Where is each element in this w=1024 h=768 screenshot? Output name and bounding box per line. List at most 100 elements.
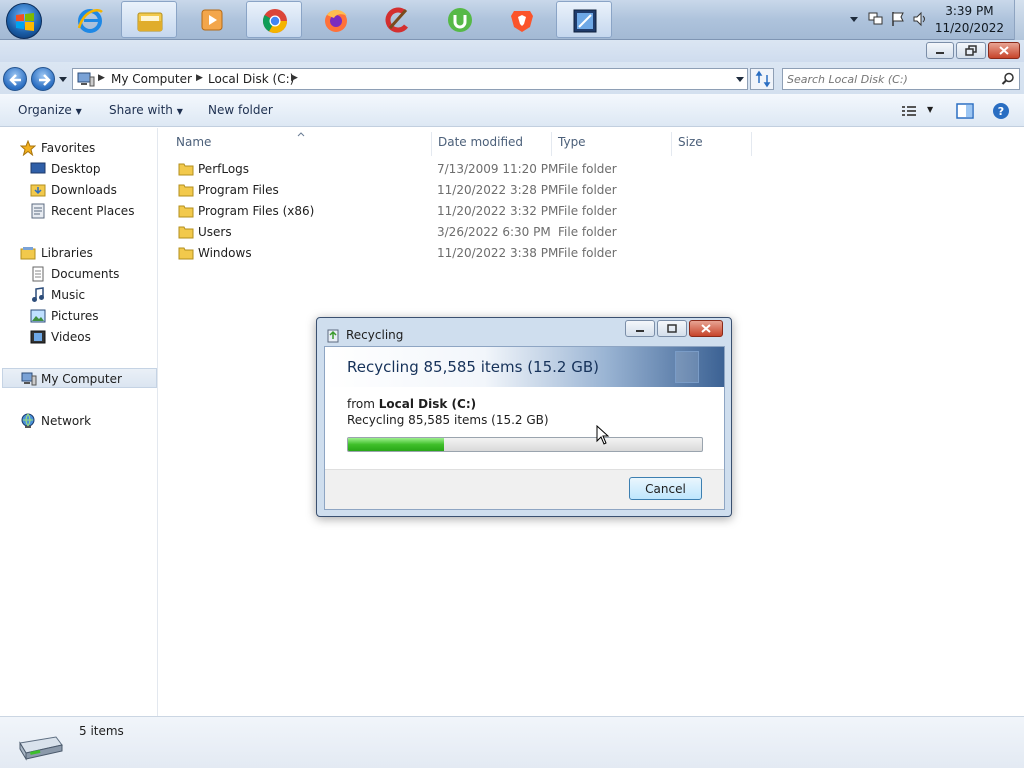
network-icon[interactable] [868, 11, 884, 27]
show-hidden-icons-icon[interactable] [846, 11, 862, 27]
breadcrumb-separator[interactable]: ▶ [196, 73, 203, 83]
restore-button[interactable] [956, 42, 986, 59]
clock[interactable]: 3:39 PM 11/20/2022 [935, 3, 1004, 37]
network-globe-icon [21, 413, 35, 428]
recent-pages-chevron-icon[interactable] [58, 75, 68, 83]
organize-menu[interactable]: Organize ▼ [18, 103, 82, 117]
details-pane: 5 items [0, 716, 1024, 768]
dialog-footer: Cancel [325, 469, 724, 509]
dialog-body: Recycling 85,585 items (15.2 GB) from Lo… [324, 346, 725, 510]
minimize-button[interactable] [926, 42, 954, 59]
forward-button[interactable] [31, 67, 55, 91]
nav-videos[interactable]: Videos [0, 327, 157, 347]
breadcrumb-separator[interactable]: ▶ [98, 73, 105, 83]
internet-explorer-icon [77, 9, 103, 33]
action-center-flag-icon[interactable] [890, 11, 906, 27]
file-type: File folder [558, 246, 617, 260]
file-date: 7/13/2009 11:20 PM [437, 162, 559, 176]
taskbar-app[interactable] [556, 1, 612, 38]
breadcrumb-local-disk[interactable]: Local Disk (C:) [208, 72, 294, 86]
taskbar-internet-explorer[interactable] [62, 1, 118, 38]
nav-network[interactable]: Network [0, 411, 157, 431]
nav-desktop-label: Desktop [51, 162, 101, 176]
file-row[interactable]: Windows 11/20/2022 3:38 PM File folder [172, 243, 752, 264]
taskbar-brave[interactable] [494, 1, 550, 38]
libraries-icon [20, 247, 36, 260]
refresh-button[interactable] [750, 68, 774, 90]
file-date: 11/20/2022 3:28 PM [437, 183, 559, 197]
nav-my-computer[interactable]: My Computer [2, 368, 157, 388]
nav-documents-label: Documents [51, 267, 120, 281]
nav-recent-places[interactable]: Recent Places [0, 201, 157, 221]
search-input[interactable] [787, 71, 997, 87]
file-row[interactable]: Program Files 11/20/2022 3:28 PM File fo… [172, 180, 752, 201]
dialog-close-button[interactable] [689, 320, 723, 337]
dialog-maximize-button[interactable] [657, 320, 687, 337]
help-icon[interactable]: ? [992, 102, 1010, 120]
show-desktop-button[interactable] [1014, 0, 1024, 40]
nav-favorites[interactable]: Favorites [0, 138, 157, 158]
file-type: File folder [558, 162, 617, 176]
back-button[interactable] [3, 67, 27, 91]
dialog-heading: Recycling 85,585 items (15.2 GB) [347, 358, 599, 376]
folder-icon [178, 205, 194, 218]
computer-icon [21, 372, 37, 386]
progress-bar [347, 437, 703, 452]
address-dropdown-icon[interactable] [735, 76, 745, 84]
dialog-minimize-button[interactable] [625, 320, 655, 337]
column-header-type[interactable]: Type [552, 132, 672, 156]
nav-favorites-label: Favorites [41, 141, 96, 155]
share-with-menu[interactable]: Share with ▼ [109, 103, 183, 117]
nav-libraries[interactable]: Libraries [0, 243, 157, 263]
svg-text:?: ? [998, 105, 1004, 118]
restore-icon [965, 45, 977, 56]
file-name: Program Files [198, 183, 279, 197]
mouse-cursor-icon [596, 425, 610, 445]
music-icon [32, 287, 44, 302]
start-button[interactable] [6, 3, 42, 39]
back-arrow-icon [9, 74, 21, 86]
file-row[interactable]: Users 3/26/2022 6:30 PM File folder [172, 222, 752, 243]
taskbar-ccleaner[interactable] [370, 1, 426, 38]
search-icon[interactable] [1001, 72, 1015, 86]
nav-documents[interactable]: Documents [0, 264, 157, 284]
taskbar-windows-explorer[interactable] [121, 1, 177, 38]
pictures-icon [30, 309, 46, 323]
computer-icon [77, 72, 95, 87]
taskbar-media-player[interactable] [184, 1, 240, 38]
nav-music-label: Music [51, 288, 86, 302]
windows-logo-icon [16, 13, 34, 31]
file-row[interactable]: PerfLogs 7/13/2009 11:20 PM File folder [172, 159, 752, 180]
navigation-pane: Favorites Desktop Downloads Recent Place… [0, 128, 158, 716]
nav-music[interactable]: Music [0, 285, 157, 305]
column-header-size[interactable]: Size [672, 132, 752, 156]
column-header-date[interactable]: Date modified [432, 132, 552, 156]
taskbar-utorrent[interactable] [432, 1, 488, 38]
view-options-icon[interactable] [901, 104, 917, 118]
taskbar-chrome[interactable] [246, 1, 302, 38]
close-icon [701, 324, 711, 333]
chrome-icon [262, 9, 287, 34]
nav-videos-label: Videos [51, 330, 91, 344]
view-dropdown-icon[interactable]: ▼ [927, 105, 933, 114]
new-folder-button[interactable]: New folder [208, 103, 273, 117]
close-window-button[interactable] [988, 42, 1020, 59]
nav-downloads[interactable]: Downloads [0, 180, 157, 200]
cancel-button[interactable]: Cancel [629, 477, 702, 500]
file-row[interactable]: Program Files (x86) 11/20/2022 3:32 PM F… [172, 201, 752, 222]
breadcrumb-separator[interactable]: ▶ [291, 73, 298, 83]
file-name: Users [198, 225, 232, 239]
column-header-name[interactable]: Name [170, 132, 432, 156]
address-bar[interactable]: ▶ My Computer ▶ Local Disk (C:) ▶ [72, 68, 748, 90]
preview-pane-icon[interactable] [956, 103, 974, 119]
file-date: 3/26/2022 6:30 PM [437, 225, 551, 239]
nav-desktop[interactable]: Desktop [0, 159, 157, 179]
file-type: File folder [558, 225, 617, 239]
nav-pictures[interactable]: Pictures [0, 306, 157, 326]
file-type: File folder [558, 183, 617, 197]
breadcrumb-my-computer[interactable]: My Computer [111, 72, 192, 86]
volume-icon[interactable] [912, 11, 928, 27]
folder-icon [178, 247, 194, 260]
search-box[interactable] [782, 68, 1020, 90]
taskbar-firefox[interactable] [308, 1, 364, 38]
